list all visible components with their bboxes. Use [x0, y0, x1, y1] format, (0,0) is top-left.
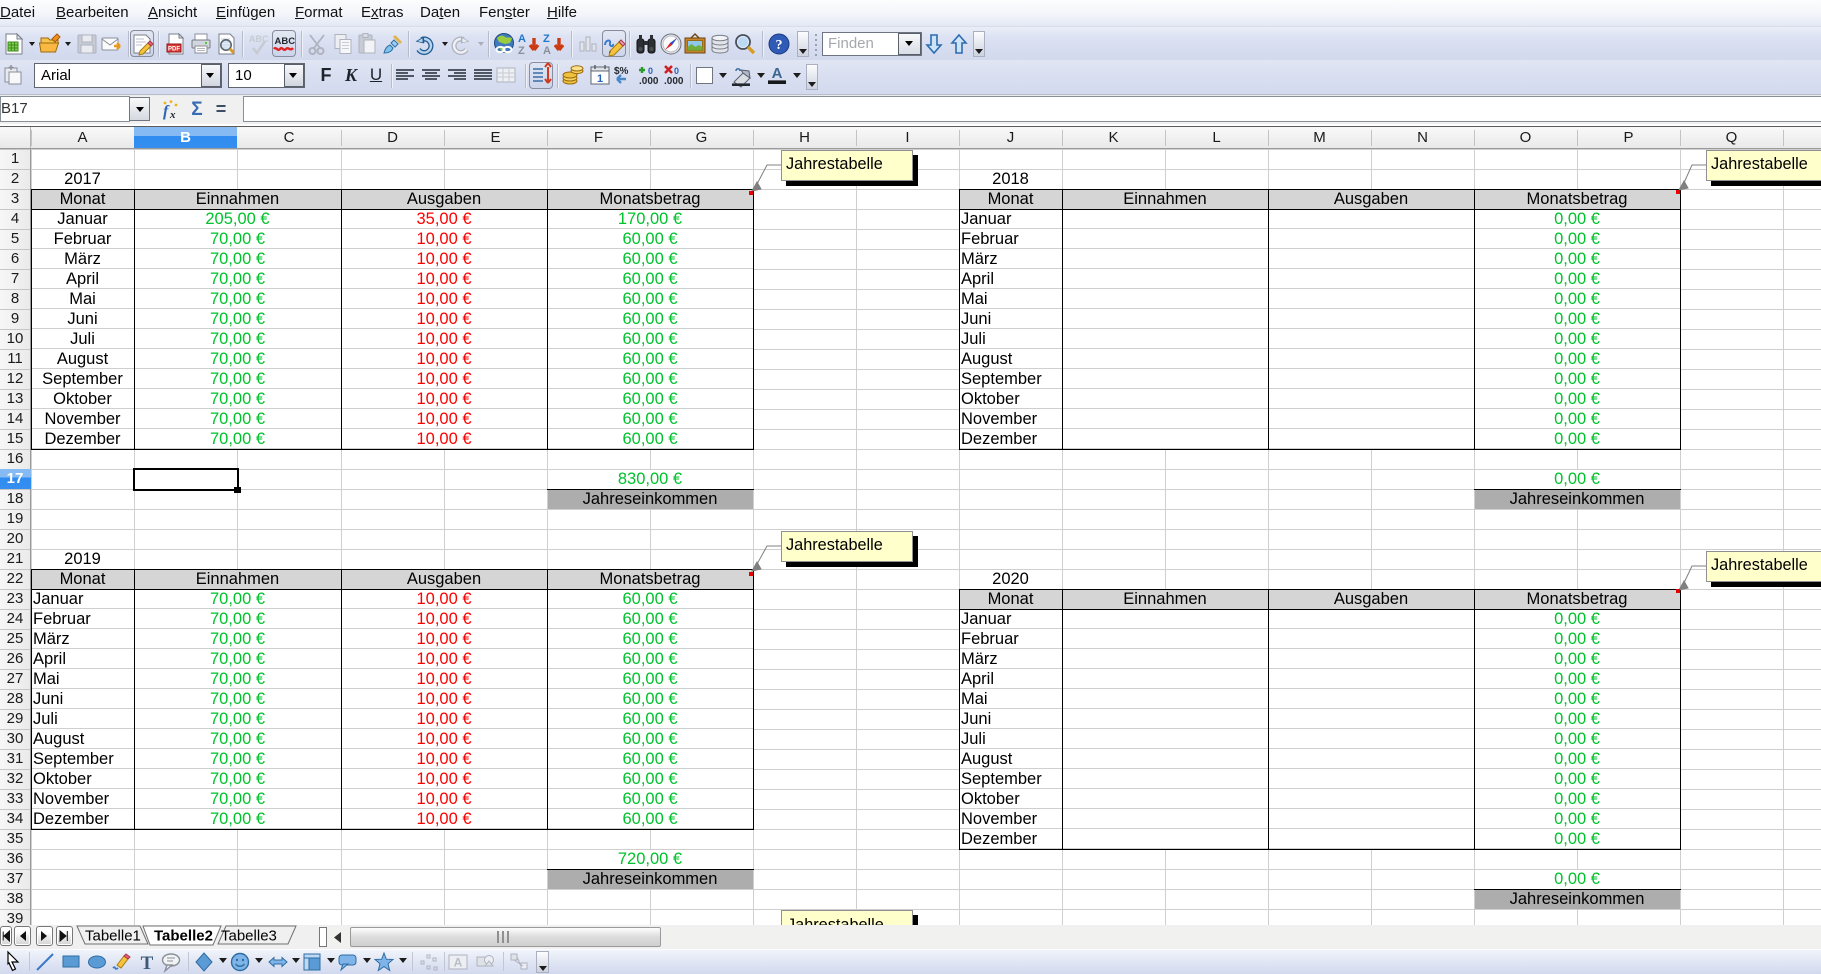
svg-text:Tabelle2: Tabelle2 [154, 928, 213, 945]
svg-text:.000: .000 [639, 76, 659, 87]
svg-text:0: 0 [648, 66, 653, 76]
svg-text:T: T [141, 953, 154, 974]
svg-text:A: A [454, 956, 463, 970]
svg-text:.000: .000 [664, 76, 684, 87]
svg-text:Z: Z [518, 45, 525, 57]
svg-text:PDF: PDF [168, 47, 180, 53]
svg-text:Tabelle3: Tabelle3 [221, 928, 277, 945]
svg-text:ABC: ABC [275, 36, 296, 47]
svg-text:ABC: ABC [249, 34, 269, 44]
svg-text:0: 0 [674, 66, 679, 76]
svg-text:Z: Z [543, 33, 550, 45]
svg-text:A: A [772, 65, 783, 82]
svg-text:A: A [518, 33, 526, 45]
svg-text:A: A [543, 45, 551, 57]
svg-text:f: f [163, 103, 170, 120]
svg-text:1: 1 [597, 73, 603, 85]
svg-text:Tabelle1: Tabelle1 [85, 928, 141, 945]
svg-text:?: ? [776, 38, 783, 53]
svg-text:x: x [169, 109, 176, 121]
